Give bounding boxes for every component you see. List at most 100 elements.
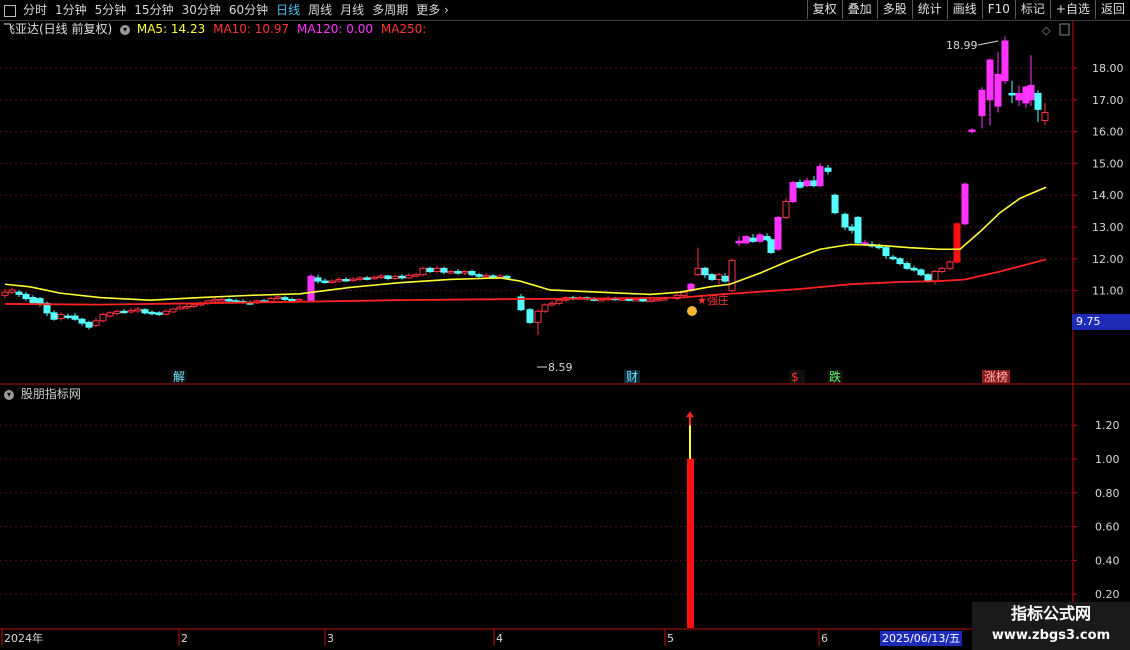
candle-body	[50, 312, 58, 320]
indicator-header: ▾ 股朋指标网	[0, 386, 81, 402]
indicator-tick-label: 0.20	[1095, 588, 1120, 601]
diamond-icon: ◇	[1042, 24, 1051, 37]
candle-body	[356, 277, 364, 280]
kline-chart[interactable]: 18.00 17.00 16.00 15.00 14.00 13.00 12.00 11.00…	[0, 0, 1130, 650]
candle-body	[398, 275, 406, 279]
event-marker: 跌	[829, 369, 841, 384]
candle-body	[349, 278, 357, 282]
indicator-tick-label: 1.20	[1095, 419, 1120, 432]
candle-body	[680, 291, 688, 296]
candle-body	[917, 269, 925, 276]
candle-body	[896, 258, 904, 265]
candle-body	[646, 299, 654, 303]
candle-body	[1001, 40, 1009, 82]
main-chart-header: 飞亚达(日线 前复权) ▾ MA5: 14.23 MA10: 10.97 MA1…	[0, 21, 426, 37]
candle-body	[597, 299, 605, 302]
crosshair-date-label: 2025/06/13/五	[880, 631, 963, 646]
event-marker: 解	[173, 370, 185, 384]
candle-body	[468, 271, 476, 276]
candle-body	[816, 166, 824, 187]
candle-body	[218, 299, 226, 302]
candle-body	[190, 304, 198, 308]
candle-body	[782, 201, 790, 218]
price-tick-label: 18.00	[1092, 62, 1124, 75]
price-tick-label: 11.00	[1092, 285, 1124, 298]
candle-body	[162, 310, 170, 315]
candle-body	[342, 278, 350, 282]
candle-body	[756, 234, 764, 242]
price-tick-label: 15.00	[1092, 157, 1124, 170]
candle-body	[803, 180, 811, 187]
candle-body	[225, 299, 233, 302]
candle-body	[141, 309, 149, 314]
ma250-label: MA250:	[380, 22, 427, 36]
watermark-title: 指标公式网	[1010, 604, 1091, 623]
candle-body	[903, 263, 911, 269]
candle-body	[632, 299, 640, 302]
signal-bar	[687, 459, 694, 628]
candle-body	[701, 267, 709, 276]
candle-body	[8, 289, 16, 293]
candle-body	[715, 274, 723, 280]
candle-body	[735, 240, 743, 244]
candle-body	[321, 280, 329, 284]
candle-body	[831, 194, 839, 214]
candle-body	[708, 274, 716, 280]
candle-body	[363, 277, 371, 280]
candle-body	[267, 298, 275, 302]
ma10-label: MA10: 10.97	[213, 22, 290, 36]
candle-body	[447, 271, 455, 274]
candle-body	[295, 299, 303, 302]
candle-body	[548, 302, 556, 306]
candle-body	[1, 291, 9, 296]
candle-body	[978, 89, 986, 117]
high-annotation: 18.99	[946, 39, 978, 52]
candle-body	[412, 274, 420, 277]
candle-body	[384, 275, 392, 280]
candle-body	[482, 274, 490, 278]
candle-body	[653, 299, 661, 302]
candle-body	[377, 275, 385, 278]
candle-body	[961, 183, 969, 225]
candle-body	[106, 312, 114, 317]
indicator-tick-label: 0.80	[1095, 487, 1120, 500]
candle-body	[475, 274, 483, 277]
price-tick-label: 12.00	[1092, 253, 1124, 266]
candle-body	[22, 293, 30, 300]
candle-body	[924, 274, 932, 282]
candle-body	[555, 299, 563, 304]
candle-body	[994, 73, 1002, 107]
candle-body	[526, 309, 534, 323]
candle-body	[1027, 84, 1035, 101]
candle-body	[211, 299, 219, 302]
candle-body	[953, 223, 961, 263]
candle-body	[946, 261, 954, 269]
candle-body	[854, 216, 862, 244]
date-tick-label: 6	[821, 632, 828, 645]
indicator-tick-label: 1.00	[1095, 453, 1120, 466]
price-tick-label: 14.00	[1092, 189, 1124, 202]
indicator-tick-label: 0.40	[1095, 554, 1120, 567]
candle-body	[99, 313, 107, 322]
candle-body	[889, 256, 897, 260]
candle-body	[183, 306, 191, 309]
event-marker: 财	[626, 370, 638, 384]
date-tick-label: 5	[667, 632, 674, 645]
candle-body	[391, 275, 399, 280]
candle-body	[64, 315, 72, 319]
chevron-down-icon[interactable]: ▾	[120, 24, 131, 35]
candle-body	[281, 297, 289, 301]
candle-body	[660, 298, 668, 301]
candle-body	[848, 226, 856, 231]
candle-body	[789, 181, 797, 203]
ma5-label: MA5: 14.23	[136, 22, 206, 36]
candle-body	[120, 310, 128, 314]
candle-body	[71, 315, 79, 320]
up-arrow-icon	[686, 411, 694, 418]
strong-annotation: ★强庄	[697, 293, 729, 307]
candle-body	[938, 267, 946, 273]
chevron-down-icon[interactable]: ▾	[4, 389, 14, 400]
candle-body	[148, 311, 156, 315]
candle-body	[742, 236, 750, 244]
indicator-title: 股朋指标网	[20, 387, 81, 401]
